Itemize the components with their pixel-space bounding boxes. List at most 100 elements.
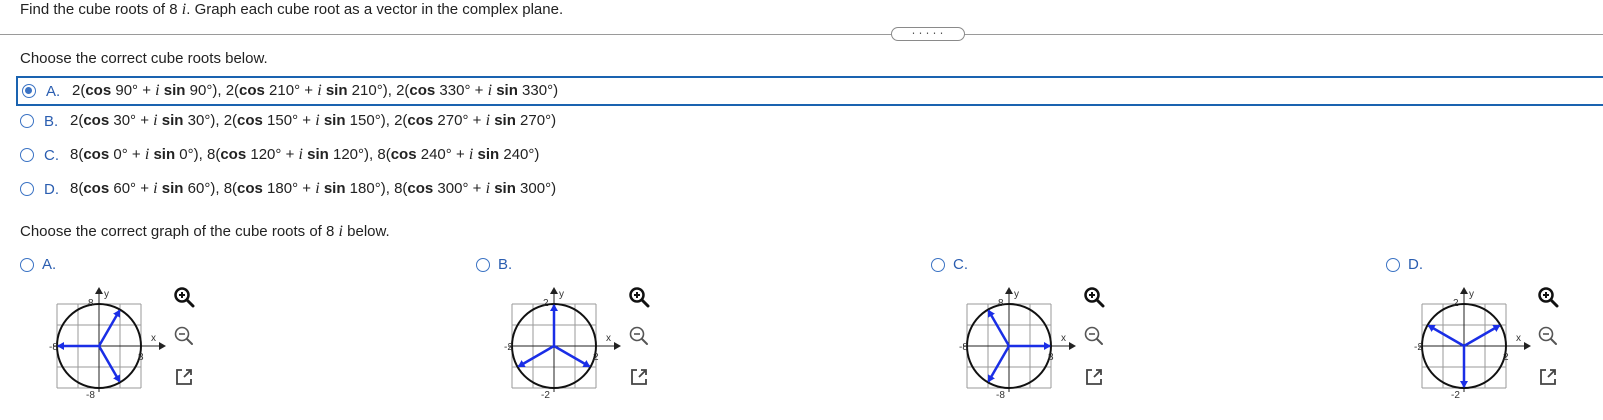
- zoom-out-icon: [174, 326, 193, 345]
- tick-label-max-real: 2: [593, 352, 599, 363]
- radio-button[interactable]: [1386, 257, 1400, 272]
- complex-plane-graph-b: 2 2 -2 -2 x y: [504, 287, 621, 400]
- zoom-in-icon: [174, 287, 195, 308]
- y-axis-label: y: [559, 289, 564, 300]
- zoom-in-button[interactable]: [172, 285, 196, 309]
- graph-option-b[interactable]: B.: [476, 256, 516, 273]
- open-new-window-button[interactable]: [172, 365, 196, 389]
- root-option-a[interactable]: A. 2(cos 90° + i sin 90°), 2(cos 210° + i…: [16, 76, 1603, 106]
- sin-keyword: sin: [477, 146, 500, 163]
- zoom-in-button[interactable]: [1536, 285, 1560, 309]
- cos-keyword: cos: [83, 146, 110, 163]
- zoom-in-button[interactable]: [627, 285, 651, 309]
- angle: 120°: [246, 146, 282, 163]
- imaginary-unit: i: [298, 146, 303, 163]
- option-text: 2(cos 30° + i sin 30°), 2(cos 150° + i s…: [70, 112, 557, 129]
- angle: 30°: [109, 112, 137, 129]
- angle: 0°: [109, 146, 128, 163]
- sin-keyword: sin: [496, 82, 518, 99]
- cos-keyword: cos: [239, 82, 265, 99]
- zoom-out-button[interactable]: [627, 324, 651, 348]
- angle: 0°: [175, 146, 194, 163]
- imaginary-unit: i: [153, 112, 158, 129]
- sin-keyword: sin: [323, 112, 346, 129]
- sin-keyword: sin: [153, 146, 176, 163]
- open-new-window-icon: [1086, 369, 1102, 385]
- zoom-out-icon: [629, 326, 648, 345]
- graph-option-a[interactable]: A.: [20, 256, 60, 273]
- open-new-window-button[interactable]: [1082, 365, 1106, 389]
- option-text: 8(cos 0° + i sin 0°), 8(cos 120° + i sin…: [70, 146, 540, 163]
- open-new-window-icon: [1540, 369, 1556, 385]
- root-option-d[interactable]: D. 8(cos 60° + i sin 60°), 8(cos 180° + i…: [20, 174, 1603, 204]
- zoom-out-icon: [1538, 326, 1557, 345]
- radio-button[interactable]: [20, 148, 34, 162]
- radio-button[interactable]: [20, 114, 34, 128]
- question-text: Find the cube roots of 8 i. Graph each c…: [20, 1, 563, 19]
- zoom-out-button[interactable]: [1536, 324, 1560, 348]
- imaginary-unit: i: [485, 112, 491, 129]
- tick-label-min-imag: -8: [86, 390, 95, 400]
- angle: 270°: [433, 112, 469, 129]
- imaginary-unit: i: [315, 180, 320, 197]
- divider-handle[interactable]: .....: [891, 27, 965, 41]
- option-letter: B.: [498, 256, 513, 273]
- option-letter: A.: [46, 82, 61, 100]
- sin-keyword: sin: [494, 112, 516, 129]
- angle: 30°: [183, 112, 211, 129]
- root-option-c[interactable]: C. 8(cos 0° + i sin 0°), 8(cos 120° + i s…: [20, 140, 1603, 170]
- tick-label-min-imag: -2: [541, 390, 550, 400]
- angle: 150°: [345, 112, 381, 129]
- zoom-out-button[interactable]: [1082, 324, 1106, 348]
- angle: 300°: [515, 180, 552, 197]
- angle: 180°: [262, 180, 299, 197]
- modulus: 2: [223, 112, 233, 129]
- angle: 240°: [416, 146, 452, 163]
- tick-label-min-real: -2: [504, 342, 513, 353]
- radio-button[interactable]: [20, 257, 34, 272]
- imaginary-unit: i: [317, 82, 322, 99]
- option-letter: D.: [44, 180, 59, 198]
- open-new-window-button[interactable]: [1536, 365, 1560, 389]
- zoom-in-button[interactable]: [1082, 285, 1106, 309]
- angle: 270°: [515, 112, 552, 129]
- angle: 90°: [111, 82, 139, 99]
- imaginary-unit: i: [144, 146, 150, 163]
- root-vector: [517, 344, 555, 368]
- angle: 300°: [433, 180, 469, 197]
- graph-option-c[interactable]: C.: [931, 256, 971, 273]
- cos-keyword: cos: [237, 180, 263, 197]
- graph-prompt-part: below.: [342, 223, 390, 240]
- sin-keyword: sin: [161, 112, 184, 129]
- tick-label-min-imag: -8: [996, 390, 1005, 400]
- modulus: 2: [70, 112, 79, 129]
- angle: 330°: [517, 82, 554, 99]
- option-letter: B.: [44, 112, 59, 130]
- radio-button[interactable]: [931, 257, 945, 272]
- tick-label-max-imag: 2: [1453, 298, 1459, 309]
- option-text: 8(cos 60° + i sin 60°), 8(cos 180° + i s…: [70, 180, 557, 197]
- root-option-b[interactable]: B. 2(cos 30° + i sin 30°), 2(cos 150° + i…: [20, 106, 1603, 136]
- root-vector: [1427, 324, 1465, 348]
- zoom-in-icon: [1084, 287, 1105, 308]
- radio-button[interactable]: [20, 182, 34, 196]
- open-new-window-button[interactable]: [627, 365, 651, 389]
- cos-keyword: cos: [83, 180, 110, 197]
- modulus: 8: [223, 180, 233, 197]
- radio-button[interactable]: [22, 84, 36, 98]
- zoom-out-button[interactable]: [172, 324, 196, 348]
- option-text: 2(cos 90° + i sin 90°), 2(cos 210° + i s…: [72, 82, 559, 99]
- angle: 180°: [345, 180, 381, 197]
- tick-label-max-real: 8: [138, 352, 144, 363]
- angle: 210°: [347, 82, 383, 99]
- option-letter: D.: [1408, 256, 1423, 273]
- cos-keyword: cos: [220, 146, 247, 163]
- graph-option-d[interactable]: D.: [1386, 256, 1426, 273]
- x-axis-label: x: [606, 333, 611, 344]
- zoom-in-icon: [1538, 287, 1559, 308]
- tick-label-max-imag: 8: [88, 298, 94, 309]
- sin-keyword: sin: [325, 82, 348, 99]
- radio-button[interactable]: [476, 257, 490, 272]
- y-axis-label: y: [1469, 289, 1474, 300]
- angle: 60°: [109, 180, 137, 197]
